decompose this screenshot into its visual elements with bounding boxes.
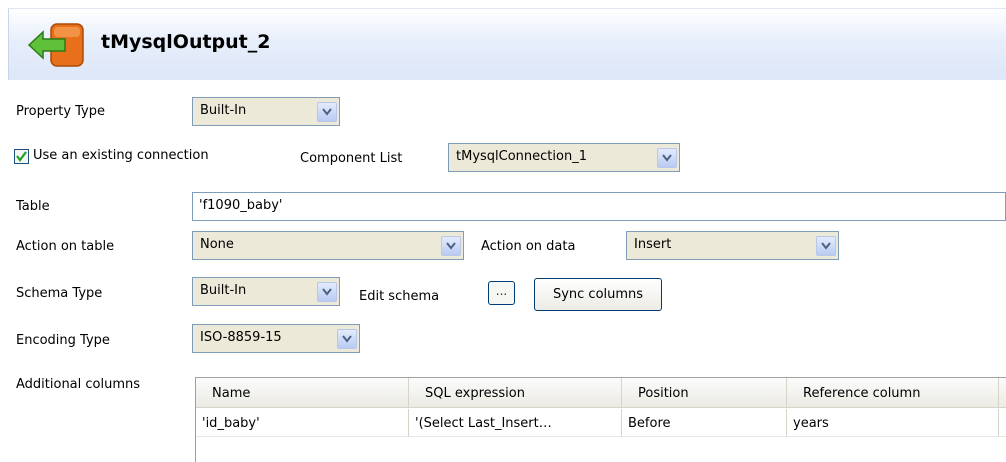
action-on-table-value: None — [200, 237, 234, 252]
component-list-value: tMysqlConnection_1 — [456, 149, 587, 164]
table-header: Name SQL expression Position Reference c… — [196, 378, 1006, 408]
chevron-down-icon[interactable] — [441, 236, 461, 256]
table-value: 'f1090_baby' — [199, 198, 283, 213]
action-on-data-value: Insert — [634, 237, 672, 252]
column-header-name[interactable]: Name — [196, 378, 409, 408]
cell-position[interactable]: Before — [622, 409, 787, 437]
component-list-select[interactable]: tMysqlConnection_1 — [448, 143, 680, 172]
use-existing-connection-label[interactable]: Use an existing connection — [33, 148, 209, 163]
column-header-position[interactable]: Position — [622, 378, 787, 408]
table-input[interactable]: 'f1090_baby' — [192, 192, 1006, 221]
action-on-data-label: Action on data — [481, 239, 576, 254]
cell-sql-expression[interactable]: '(Select Last_Insert… — [409, 409, 622, 437]
table-row[interactable]: 'id_baby' '(Select Last_Insert… Before y… — [196, 409, 1006, 437]
additional-columns-label: Additional columns — [16, 377, 141, 392]
cell-reference-column[interactable]: years — [787, 409, 999, 437]
column-header-sql-expression[interactable]: SQL expression — [409, 378, 622, 408]
edit-schema-button[interactable]: ... — [488, 281, 515, 305]
chevron-down-icon[interactable] — [816, 236, 836, 256]
chevron-down-icon[interactable] — [317, 282, 337, 302]
table-label: Table — [16, 199, 50, 214]
chevron-down-icon[interactable] — [317, 102, 337, 122]
cell-name[interactable]: 'id_baby' — [196, 409, 409, 437]
sync-columns-button[interactable]: Sync columns — [534, 278, 662, 311]
property-type-value: Built-In — [200, 103, 247, 118]
edit-schema-label: Edit schema — [359, 289, 440, 304]
encoding-type-value: ISO-8859-15 — [200, 330, 282, 345]
action-on-data-select[interactable]: Insert — [626, 231, 839, 260]
action-on-table-label: Action on table — [16, 239, 115, 254]
component-arrow-icon — [27, 23, 84, 67]
additional-columns-table[interactable]: Name SQL expression Position Reference c… — [195, 377, 1006, 462]
property-type-select[interactable]: Built-In — [192, 97, 340, 126]
property-type-label: Property Type — [16, 104, 106, 119]
check-icon — [16, 151, 27, 162]
component-list-label: Component List — [300, 151, 403, 166]
column-header-reference-column[interactable]: Reference column — [787, 378, 999, 408]
chevron-down-icon[interactable] — [657, 148, 677, 168]
schema-type-select[interactable]: Built-In — [192, 277, 340, 306]
chevron-down-icon[interactable] — [337, 329, 357, 349]
schema-type-label: Schema Type — [16, 286, 103, 301]
action-on-table-select[interactable]: None — [192, 231, 464, 260]
component-title: tMysqlOutput_2 — [101, 31, 271, 53]
component-header: tMysqlOutput_2 — [8, 8, 1006, 80]
schema-type-value: Built-In — [200, 283, 247, 298]
use-existing-connection-checkbox[interactable] — [14, 149, 29, 164]
encoding-type-select[interactable]: ISO-8859-15 — [192, 324, 360, 353]
encoding-type-label: Encoding Type — [16, 333, 110, 348]
